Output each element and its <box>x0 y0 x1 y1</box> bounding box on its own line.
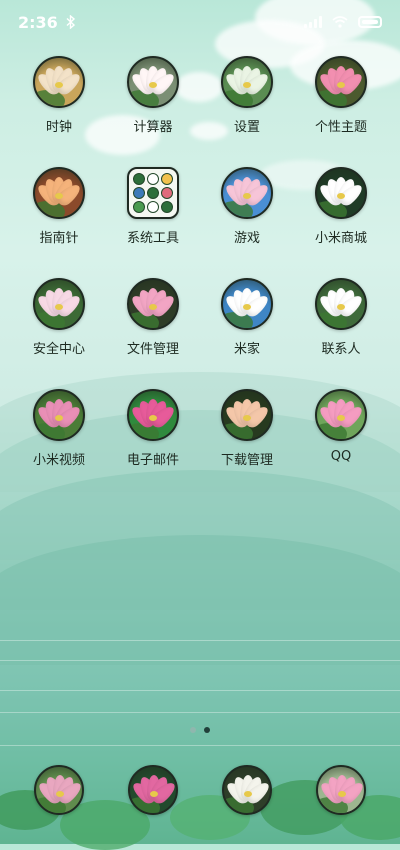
dock-app[interactable] <box>12 765 106 815</box>
app-label: 米家 <box>233 342 260 357</box>
app-lotus-field[interactable]: 设置 <box>200 56 294 167</box>
lotus-lake-icon[interactable] <box>221 278 273 330</box>
tools-folder-icon[interactable] <box>127 167 179 219</box>
app-lotus-pond[interactable]: 小米视频 <box>12 389 106 500</box>
app-lotus-bud[interactable]: 下载管理 <box>200 389 294 500</box>
app-lotus-green[interactable]: 电子邮件 <box>106 389 200 500</box>
app-label: 指南针 <box>39 231 79 246</box>
app-lotus-bloom[interactable]: 文件管理 <box>106 278 200 389</box>
lotus-painted-icon[interactable] <box>33 167 85 219</box>
app-lotus-white[interactable]: 计算器 <box>106 56 200 167</box>
dock-lotus-pond-icon[interactable] <box>34 765 84 815</box>
app-lotus-lake[interactable]: 米家 <box>200 278 294 389</box>
app-label: 系统工具 <box>126 231 179 246</box>
app-lotus-soft[interactable]: 安全中心 <box>12 278 106 389</box>
app-label: 电子邮件 <box>126 453 179 468</box>
lotus-sky-icon[interactable] <box>221 167 273 219</box>
app-label: 安全中心 <box>32 342 85 357</box>
app-tools-folder[interactable]: 系统工具 <box>106 167 200 278</box>
app-label: 计算器 <box>133 120 173 135</box>
status-bar: 2:36 <box>0 0 400 44</box>
app-label: 联系人 <box>321 342 361 357</box>
app-label: 设置 <box>233 120 260 135</box>
dock-lotus-white-icon[interactable] <box>222 765 272 815</box>
tools-grid <box>133 173 173 213</box>
lotus-bud-icon[interactable] <box>221 389 273 441</box>
page-dot[interactable] <box>190 727 196 733</box>
app-grid: 时钟 计算器 设置 个性主题指南针 系统工具 游戏 小米商城安全中心 文件管理 米家 联系人小米视… <box>0 56 400 500</box>
app-label: 下载管理 <box>220 453 273 468</box>
dock-app[interactable] <box>294 765 388 815</box>
app-lotus-dark[interactable]: 小米商城 <box>294 167 388 278</box>
dock <box>0 765 400 815</box>
page-indicator[interactable] <box>0 727 400 733</box>
lotus-leaf-icon[interactable] <box>315 278 367 330</box>
app-lotus-pink[interactable]: 个性主题 <box>294 56 388 167</box>
page-dot[interactable] <box>204 727 210 733</box>
app-lotus-painted[interactable]: 指南针 <box>12 167 106 278</box>
lotus-pink-icon[interactable] <box>315 56 367 108</box>
app-lotus-gold[interactable]: 时钟 <box>12 56 106 167</box>
app-lotus-sky[interactable]: 游戏 <box>200 167 294 278</box>
app-label: QQ <box>330 449 352 464</box>
app-lotus-rose[interactable]: QQ <box>294 389 388 500</box>
bluetooth-icon <box>66 15 75 29</box>
dock-app[interactable] <box>106 765 200 815</box>
signal-icon <box>304 16 322 28</box>
lotus-white-icon[interactable] <box>127 56 179 108</box>
app-label: 小米商城 <box>314 231 367 246</box>
lotus-gold-icon[interactable] <box>33 56 85 108</box>
wifi-icon <box>332 16 348 28</box>
lotus-bloom-icon[interactable] <box>127 278 179 330</box>
lotus-soft-icon[interactable] <box>33 278 85 330</box>
app-label: 游戏 <box>233 231 260 246</box>
battery-icon <box>358 16 382 28</box>
lotus-dark-icon[interactable] <box>315 167 367 219</box>
clock-time: 2:36 <box>18 12 58 32</box>
dock-app[interactable] <box>200 765 294 815</box>
app-label: 时钟 <box>45 120 72 135</box>
lotus-rose-icon[interactable] <box>315 389 367 441</box>
dock-lotus-pink-icon[interactable] <box>128 765 178 815</box>
app-label: 文件管理 <box>126 342 179 357</box>
lotus-green-icon[interactable] <box>127 389 179 441</box>
lotus-pond-icon[interactable] <box>33 389 85 441</box>
app-lotus-leaf[interactable]: 联系人 <box>294 278 388 389</box>
battery-level <box>362 20 378 24</box>
app-label: 个性主题 <box>314 120 367 135</box>
lotus-field-icon[interactable] <box>221 56 273 108</box>
app-label: 小米视频 <box>32 453 85 468</box>
dock-lotus-field-icon[interactable] <box>316 765 366 815</box>
